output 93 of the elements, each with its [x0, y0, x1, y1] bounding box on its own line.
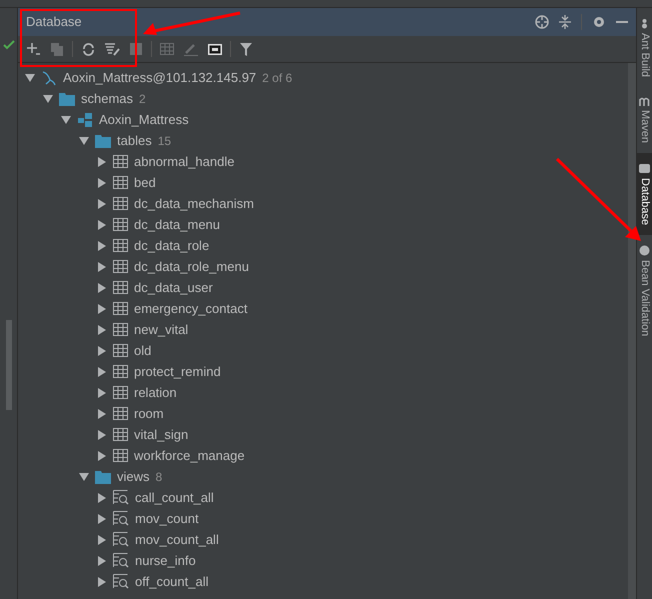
- tree-item-label[interactable]: tables: [117, 130, 152, 150]
- table-icon: [113, 239, 128, 252]
- folder-icon: [95, 134, 111, 148]
- target-icon[interactable]: [535, 15, 549, 29]
- tool-window-tab[interactable]: Ant Build: [637, 8, 652, 88]
- view-icon: [113, 574, 129, 589]
- tree-item-label[interactable]: schemas: [81, 88, 134, 108]
- maven-icon: [639, 97, 650, 106]
- view-icon: [113, 511, 129, 526]
- table-icon: [113, 323, 128, 336]
- table-icon: [113, 344, 128, 357]
- table-icon: [113, 449, 128, 462]
- expand-arrow-icon[interactable]: [97, 492, 107, 502]
- bean-icon: [639, 245, 650, 256]
- collapse-icon[interactable]: [559, 15, 571, 29]
- table-icon: [113, 407, 128, 420]
- tree-item-label[interactable]: nurse_info: [135, 550, 196, 570]
- expand-arrow-icon[interactable]: [97, 304, 107, 314]
- folder-icon: [95, 470, 111, 484]
- table-icon: [113, 386, 128, 399]
- item-count: 2 of 6: [262, 70, 292, 86]
- database-icon: [639, 163, 650, 174]
- table-icon: [113, 218, 128, 231]
- folder-icon: [59, 92, 75, 106]
- expand-arrow-icon[interactable]: [97, 366, 107, 376]
- table-icon: [113, 428, 128, 441]
- item-count: 8: [156, 468, 162, 486]
- expand-arrow-icon[interactable]: [97, 514, 107, 524]
- tool-window-tab[interactable]: Bean Validation: [637, 235, 652, 346]
- expand-arrow-icon[interactable]: [97, 198, 107, 208]
- panel-title: Database: [26, 13, 82, 32]
- table-icon: [113, 176, 128, 189]
- tree-item-label[interactable]: emergency_contact: [134, 298, 248, 318]
- tree-item-label[interactable]: relation: [134, 382, 177, 402]
- expand-arrow-icon[interactable]: [97, 220, 107, 230]
- tree-item-label[interactable]: call_count_all: [135, 488, 214, 508]
- table-icon: [113, 281, 128, 294]
- check-icon: [2, 40, 14, 50]
- view-icon: [113, 553, 129, 568]
- expand-arrow-icon[interactable]: [97, 408, 107, 418]
- tree-item-label[interactable]: dc_data_user: [134, 278, 213, 298]
- collapse-arrow-icon[interactable]: [79, 472, 89, 482]
- expand-arrow-icon[interactable]: [97, 534, 107, 544]
- tree-item-label[interactable]: dc_data_role_menu: [134, 256, 249, 276]
- collapse-arrow-icon[interactable]: [79, 136, 89, 146]
- tool-window-tab[interactable]: Maven: [637, 87, 652, 154]
- expand-arrow-icon[interactable]: [97, 346, 107, 356]
- tree-item-label[interactable]: dc_data_menu: [134, 214, 220, 234]
- tree-item-label[interactable]: Aoxin_Mattress@101.132.145.97: [63, 68, 256, 88]
- dolphin-icon: [41, 70, 57, 86]
- tree-item-label[interactable]: mov_count: [135, 508, 199, 528]
- collapse-arrow-icon[interactable]: [61, 114, 71, 124]
- scrollbar-thumb[interactable]: [6, 320, 12, 410]
- tree-item-label[interactable]: workforce_manage: [134, 446, 245, 466]
- view-icon: [113, 532, 129, 547]
- expand-arrow-icon[interactable]: [97, 556, 107, 566]
- table-icon: [113, 302, 128, 315]
- view-icon: [113, 490, 129, 505]
- tree-item-label[interactable]: room: [134, 404, 164, 424]
- item-count: 15: [158, 132, 172, 150]
- tree-item-label[interactable]: new_vital: [134, 320, 188, 340]
- tree-item-label[interactable]: bed: [134, 172, 156, 192]
- item-count: 2: [139, 90, 146, 108]
- expand-arrow-icon[interactable]: [97, 388, 107, 398]
- table-icon: [113, 365, 128, 378]
- collapse-arrow-icon[interactable]: [43, 94, 53, 104]
- expand-arrow-icon[interactable]: [97, 178, 107, 188]
- tree-item-label[interactable]: views: [117, 466, 150, 486]
- schema-icon: [77, 112, 93, 128]
- table-icon: [113, 197, 128, 210]
- tree-item-label[interactable]: off_count_all: [135, 572, 208, 592]
- table-icon: [113, 155, 128, 168]
- expand-arrow-icon[interactable]: [97, 450, 107, 460]
- scrollbar[interactable]: [628, 63, 636, 599]
- settings-icon[interactable]: [592, 15, 606, 29]
- table-icon: [113, 260, 128, 273]
- collapse-arrow-icon[interactable]: [25, 72, 35, 82]
- tree-item-label[interactable]: dc_data_mechanism: [134, 194, 254, 214]
- tree-item-label[interactable]: vital_sign: [134, 424, 188, 444]
- expand-arrow-icon[interactable]: [97, 576, 107, 586]
- expand-arrow-icon[interactable]: [97, 240, 107, 250]
- tree-item-label[interactable]: abnormal_handle: [134, 152, 234, 172]
- tool-window-tab[interactable]: Database: [637, 153, 652, 236]
- expand-arrow-icon[interactable]: [97, 156, 107, 166]
- tree-item-label[interactable]: protect_remind: [134, 362, 221, 382]
- tree-item-label[interactable]: old: [134, 340, 152, 360]
- expand-arrow-icon[interactable]: [97, 262, 107, 272]
- tree-item-label[interactable]: Aoxin_Mattress: [99, 110, 189, 130]
- expand-arrow-icon[interactable]: [97, 324, 107, 334]
- expand-arrow-icon[interactable]: [97, 430, 107, 440]
- tree-item-label[interactable]: dc_data_role: [134, 236, 210, 256]
- expand-arrow-icon[interactable]: [97, 282, 107, 292]
- tree-item-label[interactable]: mov_count_all: [135, 530, 219, 550]
